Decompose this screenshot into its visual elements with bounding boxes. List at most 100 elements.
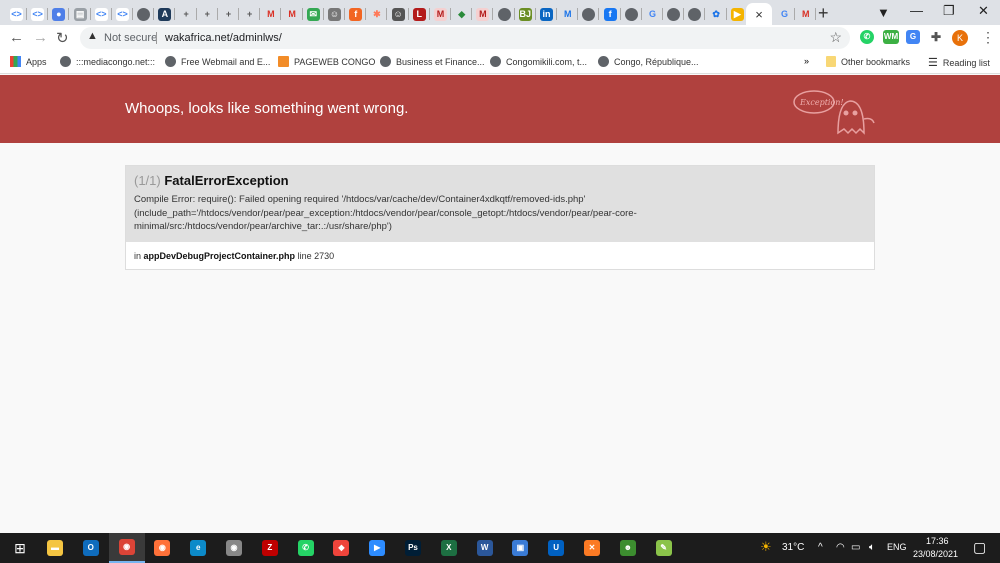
tab[interactable]: M: [282, 3, 303, 25]
taskbar-app[interactable]: ✕: [574, 533, 610, 563]
tab[interactable]: L: [409, 3, 430, 25]
taskbar-app[interactable]: ✆: [288, 533, 324, 563]
whatsapp-extension-icon[interactable]: ✆: [860, 30, 874, 44]
tab[interactable]: [621, 3, 642, 25]
clock-date[interactable]: 23/08/2021: [913, 549, 958, 559]
tab[interactable]: ☺: [324, 3, 345, 25]
other-bookmarks[interactable]: Other bookmarks: [826, 56, 910, 67]
more-bookmarks-chevron-icon[interactable]: »: [804, 56, 809, 66]
tab-search-icon[interactable]: ▼: [877, 5, 890, 20]
minimize-button[interactable]: —: [910, 3, 923, 18]
notifications-icon[interactable]: ▢: [973, 539, 986, 556]
tab[interactable]: <>: [27, 3, 49, 25]
language-indicator[interactable]: ENG: [887, 542, 907, 552]
taskbar-app[interactable]: U: [538, 533, 574, 563]
tab[interactable]: A: [154, 3, 176, 25]
bookmark-item[interactable]: Apps: [10, 56, 47, 67]
tab[interactable]: ▤: [70, 3, 91, 25]
taskbar-app[interactable]: X: [431, 533, 467, 563]
taskbar-app[interactable]: ◉: [216, 533, 252, 563]
tab[interactable]: ✱: [366, 3, 388, 25]
kebab-menu-icon[interactable]: ⋮: [981, 29, 995, 46]
taskbar-app[interactable]: O: [73, 533, 109, 563]
bj-icon: BJ: [518, 7, 532, 21]
tab[interactable]: M: [472, 3, 494, 25]
taskbar-app[interactable]: Z: [252, 533, 288, 563]
tab[interactable]: +: [176, 3, 197, 25]
bookmark-item[interactable]: Free Webmail and E...: [165, 56, 270, 67]
taskbar-app[interactable]: ▣: [502, 533, 538, 563]
tab[interactable]: M: [260, 3, 282, 25]
taskbar-app[interactable]: ☻: [610, 533, 646, 563]
tab[interactable]: [133, 3, 155, 25]
battery-icon[interactable]: ▭: [851, 542, 860, 553]
warning-icon[interactable]: ▲: [87, 30, 98, 42]
tab[interactable]: <>: [112, 3, 133, 25]
gear-icon: ✿: [712, 8, 720, 19]
tab[interactable]: ✉: [303, 3, 324, 25]
network-icon[interactable]: ◠: [836, 542, 845, 553]
tab[interactable]: M: [795, 3, 817, 25]
taskbar-app[interactable]: ✎: [646, 533, 682, 563]
maximize-button[interactable]: ❐: [943, 3, 955, 19]
tab[interactable]: G: [642, 3, 663, 25]
taskbar-app[interactable]: ◉: [108, 533, 145, 563]
tab[interactable]: ☺: [388, 3, 409, 25]
tab[interactable]: <>: [6, 3, 27, 25]
tab[interactable]: +: [218, 3, 239, 25]
weather-icon[interactable]: ☀: [760, 539, 772, 555]
taskbar-app[interactable]: ◉: [144, 533, 180, 563]
weather-temp[interactable]: 31°C: [782, 542, 804, 553]
tab[interactable]: BJ: [515, 3, 536, 25]
tab[interactable]: M: [430, 3, 451, 25]
bookmark-item[interactable]: Congomikili.com, t...: [490, 56, 587, 67]
tab[interactable]: [578, 3, 600, 25]
tab[interactable]: <>: [91, 3, 112, 25]
tab[interactable]: ●: [48, 3, 70, 25]
bookmark-item[interactable]: :::mediacongo.net:::: [60, 56, 155, 67]
forward-button[interactable]: →: [33, 29, 48, 46]
tab[interactable]: [684, 3, 706, 25]
tab[interactable]: [494, 3, 515, 25]
address-bar[interactable]: ▲ Not secure wakafrica.net/adminlws/ ☆: [80, 27, 850, 49]
close-icon[interactable]: ×: [753, 8, 766, 21]
show-hidden-icons-chevron[interactable]: ^: [818, 542, 823, 553]
extensions-puzzle-icon[interactable]: ✚: [929, 30, 943, 44]
tab[interactable]: in: [536, 3, 557, 25]
back-button[interactable]: ←: [9, 29, 24, 46]
reload-button[interactable]: ↻: [56, 29, 69, 47]
bookmark-item[interactable]: Business et Finance...: [380, 56, 485, 67]
tab[interactable]: +: [197, 3, 218, 25]
profile-avatar[interactable]: K: [952, 30, 968, 46]
clock-time[interactable]: 17:36: [926, 536, 949, 546]
tab[interactable]: [663, 3, 685, 25]
taskbar-app[interactable]: W: [467, 533, 503, 563]
tab[interactable]: ▶: [727, 3, 748, 25]
taskbar-app[interactable]: e: [180, 533, 216, 563]
translate-extension-icon[interactable]: G: [906, 30, 920, 44]
new-tab-button[interactable]: +: [818, 3, 829, 24]
bookmark-item[interactable]: PAGEWEB CONGO: [278, 56, 375, 67]
bookmark-item[interactable]: Congo, République...: [598, 56, 699, 67]
close-window-button[interactable]: ✕: [978, 3, 989, 19]
tab[interactable]: ◆: [451, 3, 473, 25]
start-button[interactable]: ⊞: [2, 533, 38, 563]
taskbar-app[interactable]: Ps: [395, 533, 431, 563]
url-text[interactable]: wakafrica.net/adminlws/: [165, 32, 282, 44]
exception-type: FatalErrorException: [164, 173, 289, 188]
taskbar-app[interactable]: ▶: [359, 533, 395, 563]
tab[interactable]: M: [557, 3, 579, 25]
reading-list[interactable]: ☰ Reading list: [928, 56, 990, 69]
tab[interactable]: G: [774, 3, 795, 25]
tab[interactable]: ✿: [706, 3, 727, 25]
tab[interactable]: f: [600, 3, 621, 25]
bookmark-star-icon[interactable]: ☆: [829, 29, 842, 46]
security-label[interactable]: Not secure: [104, 32, 157, 44]
tab-active[interactable]: ×: [746, 3, 772, 25]
taskbar-app[interactable]: ◆: [323, 533, 359, 563]
taskbar-app[interactable]: ▬: [37, 533, 73, 563]
tab[interactable]: +: [239, 3, 261, 25]
volume-icon[interactable]: 🔈︎: [869, 542, 875, 553]
wm-extension-icon[interactable]: WM: [883, 30, 899, 44]
tab[interactable]: f: [345, 3, 367, 25]
